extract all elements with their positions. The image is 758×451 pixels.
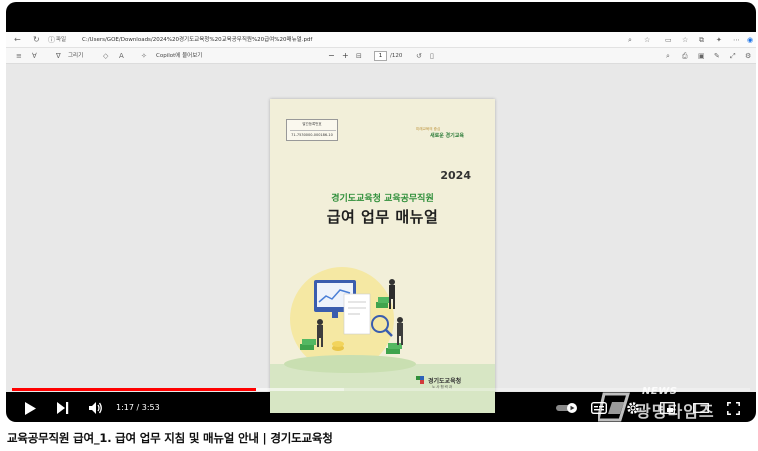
watermark-logo-icon: [598, 392, 631, 422]
copilot-small-icon[interactable]: ✧: [141, 48, 147, 64]
play-icon: [25, 401, 36, 415]
cover-illustration: [284, 267, 416, 373]
cover-subtitle: 경기도교육청 교육공무직원: [331, 194, 434, 204]
fit-page-icon[interactable]: ⊟: [356, 48, 362, 64]
rotate-icon[interactable]: ↺: [416, 48, 422, 64]
refresh-icon[interactable]: ↻: [33, 32, 40, 48]
more-menu-icon[interactable]: ⋯: [733, 32, 740, 48]
draw-label[interactable]: 그리기: [68, 48, 83, 64]
progress-played: [12, 388, 257, 391]
play-button[interactable]: [20, 394, 40, 422]
read-aloud-icon[interactable]: A: [119, 48, 124, 64]
split-screen-icon[interactable]: ▭: [665, 32, 672, 48]
time-separator: /: [133, 403, 142, 412]
time-total: 3:53: [141, 403, 160, 412]
collections-icon[interactable]: ⧉: [699, 32, 704, 48]
next-button[interactable]: [53, 394, 73, 422]
extensions-icon[interactable]: ✦: [716, 32, 722, 48]
registration-divider: [290, 130, 336, 131]
registration-code: 71-7530000-000186-10: [291, 133, 333, 137]
cover-year: 2024: [440, 169, 471, 182]
zoom-icon[interactable]: ⌕: [628, 32, 632, 48]
back-icon[interactable]: ←: [14, 32, 21, 48]
time-display: 1:17 / 3:53: [116, 394, 160, 422]
highlight-icon[interactable]: ∀: [32, 48, 37, 64]
favorites-icon[interactable]: ☆: [682, 32, 688, 48]
cover-organization: 경기도교육청: [428, 378, 462, 385]
search-icon[interactable]: ⌕: [666, 48, 670, 64]
copilot-ask-label[interactable]: Copilot에 물어보기: [156, 48, 202, 64]
autoplay-toggle[interactable]: [554, 394, 580, 422]
print-icon[interactable]: ⎙: [682, 48, 688, 64]
eraser-icon[interactable]: ◇: [103, 48, 108, 64]
copilot-icon[interactable]: ◉: [747, 32, 753, 48]
pdf-toolbar: ≡ ∀ ∇ 그리기 ◇ A ✧ Copilot에 물어보기 − + ⊟ 1 /1…: [6, 48, 756, 64]
pdf-viewer[interactable]: 발간등록번호 71-7530000-000186-10 미래교육의 중심 새로운…: [6, 64, 756, 413]
contents-icon[interactable]: ≡: [16, 48, 22, 64]
page-view-icon[interactable]: ▯: [430, 48, 434, 64]
pdf-page-cover: 발간등록번호 71-7530000-000186-10 미래교육의 중심 새로운…: [270, 99, 495, 413]
save-as-icon[interactable]: ✎: [714, 48, 720, 64]
page-total: /120: [390, 53, 403, 59]
address-bar: ← ↻ ⓘ 파일 C:/Users/GOE/Downloads/2024%20경…: [6, 32, 756, 48]
registration-label: 발간등록번호: [302, 122, 322, 126]
registration-box: 발간등록번호 71-7530000-000186-10: [286, 119, 338, 141]
zoom-in-button[interactable]: +: [342, 48, 349, 64]
save-icon[interactable]: ▣: [698, 48, 705, 64]
news-watermark: NEWS 광명타임즈: [598, 386, 748, 422]
browser-window: ← ↻ ⓘ 파일 C:/Users/GOE/Downloads/2024%20경…: [6, 32, 756, 413]
zoom-out-button[interactable]: −: [328, 48, 335, 64]
site-info-label: 파일: [56, 37, 67, 43]
volume-button[interactable]: [86, 394, 106, 422]
draw-icon[interactable]: ∇: [56, 48, 61, 64]
slogan-brand: 새로운 경기교육: [430, 133, 464, 139]
office-logo-icon: [416, 376, 424, 384]
skip-next-icon: [57, 402, 69, 414]
watermark-news-text: NEWS: [642, 386, 678, 397]
favorite-star-icon[interactable]: ☆: [644, 32, 650, 48]
url-text[interactable]: C:/Users/GOE/Downloads/2024%20경기도교육청%20교…: [82, 32, 312, 48]
autoplay-toggle-icon: [556, 403, 577, 413]
video-title[interactable]: 교육공무직원 급여_1. 급여 업무 지침 및 매뉴얼 안내 | 경기도교육청: [7, 430, 333, 446]
settings-icon[interactable]: ⚙: [745, 48, 751, 64]
video-player[interactable]: ← ↻ ⓘ 파일 C:/Users/GOE/Downloads/2024%20경…: [6, 2, 756, 422]
time-current: 1:17: [116, 403, 134, 412]
volume-icon: [89, 402, 102, 414]
watermark-brand-text: 광명타임즈: [636, 402, 715, 421]
cover-title: 급여 업무 매뉴얼: [326, 208, 439, 226]
page-number-input[interactable]: 1: [374, 51, 387, 61]
fullscreen-icon[interactable]: ⤢: [730, 48, 736, 64]
info-icon[interactable]: ⓘ: [48, 32, 55, 48]
